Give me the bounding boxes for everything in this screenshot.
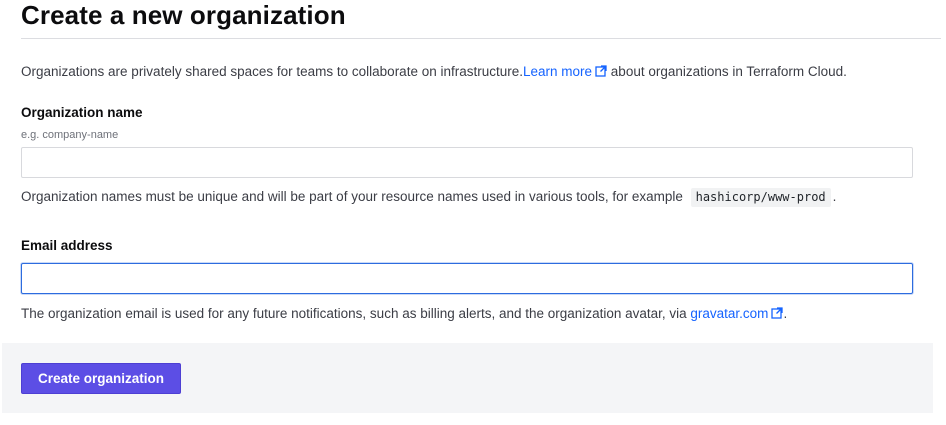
example-code: hashicorp/www-prod: [690, 188, 831, 207]
external-link-icon: [595, 65, 607, 77]
email-helper: The organization email is used for any f…: [21, 305, 787, 323]
learn-more-link[interactable]: Learn more: [523, 64, 607, 79]
learn-more-label: Learn more: [523, 64, 593, 79]
org-name-helper-suffix: .: [832, 189, 837, 204]
create-organization-button[interactable]: Create organization: [21, 363, 181, 394]
email-helper-suffix: .: [783, 306, 788, 321]
email-label: Email address: [21, 238, 113, 253]
intro-text: Organizations are privately shared space…: [21, 63, 847, 81]
intro-text-after: about organizations in Terraform Cloud.: [607, 64, 847, 79]
org-name-helper: Organization names must be unique and wi…: [21, 188, 836, 207]
title-divider: [21, 38, 941, 39]
email-helper-text: The organization email is used for any f…: [21, 306, 691, 321]
intro-text-before: Organizations are privately shared space…: [21, 64, 523, 79]
org-name-label: Organization name: [21, 105, 143, 120]
page-title: Create a new organization: [21, 0, 346, 30]
email-input[interactable]: [21, 263, 913, 294]
gravatar-label: gravatar.com: [690, 306, 769, 321]
org-name-helper-text: Organization names must be unique and wi…: [21, 189, 687, 204]
gravatar-link[interactable]: gravatar.com: [690, 306, 784, 321]
external-link-icon: [771, 307, 784, 319]
org-name-hint: e.g. company-name: [21, 129, 119, 141]
create-organization-page: Create a new organization Organizations …: [0, 0, 946, 425]
org-name-input[interactable]: [21, 147, 913, 178]
